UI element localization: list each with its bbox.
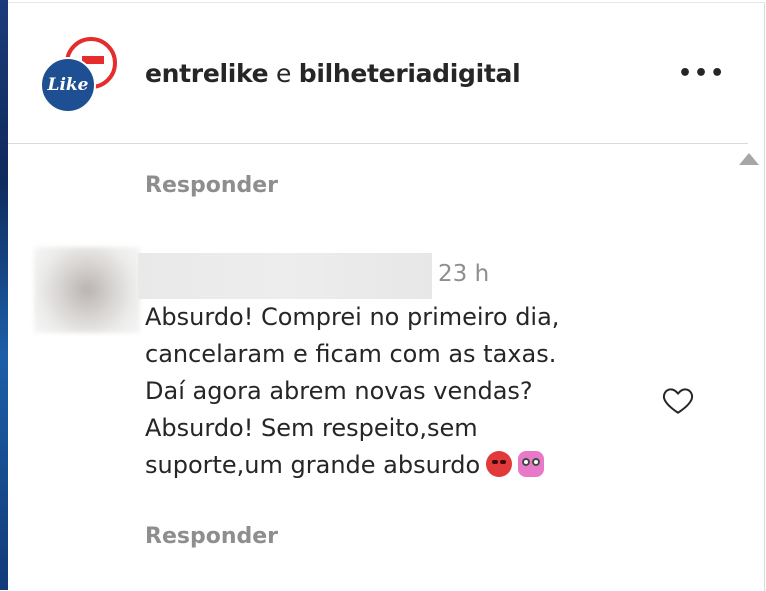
post-author-title: entrelike e bilheteriadigital [145,59,521,88]
entrelike-avatar[interactable]: Like [40,57,96,113]
commenter-username[interactable] [138,253,432,299]
reply-button-top[interactable]: Responder [145,173,278,198]
account-link-entrelike[interactable]: entrelike [145,59,269,88]
avatar-logo-text: Like [47,75,89,95]
scroll-up-arrow-icon[interactable] [739,153,759,165]
reply-button-comment[interactable]: Responder [145,524,278,549]
title-connector: e [268,59,299,88]
angry-face-icon [486,451,513,477]
monster-face-icon [518,451,545,477]
post-header: Like entrelike e bilheteriadigital ••• [8,3,748,144]
account-link-bilheteriadigital[interactable]: bilheteriadigital [299,59,521,88]
background-strip [0,0,8,590]
comment-timestamp: 23 h [438,261,490,287]
commenter-avatar[interactable] [34,247,140,333]
comment-text: Absurdo! Comprei no primeiro dia, cancel… [145,299,665,484]
more-options-icon[interactable]: ••• [678,59,724,89]
scrollbar[interactable] [734,144,764,591]
like-heart-icon[interactable] [660,383,696,417]
comments-panel: Like entrelike e bilheteriadigital ••• R… [8,2,765,591]
